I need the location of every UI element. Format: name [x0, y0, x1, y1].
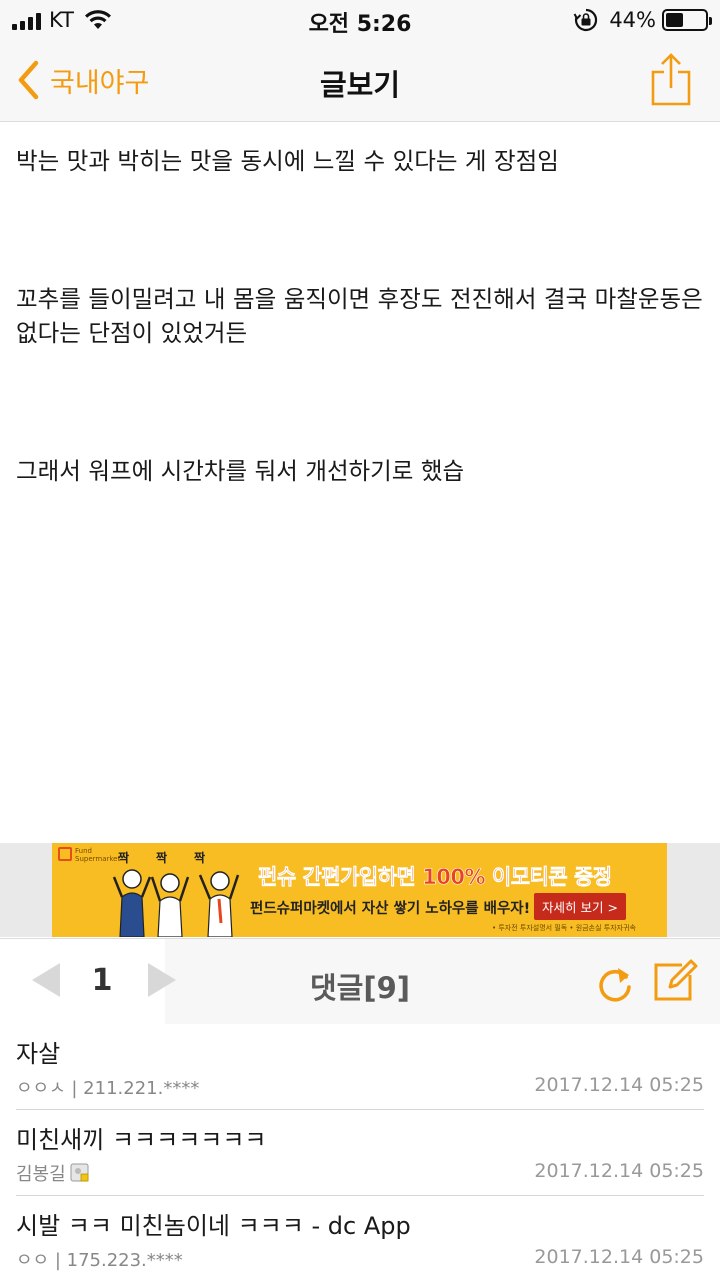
comment-author: ㅇㅇㅅ | 211.221.**** — [16, 1074, 199, 1100]
article-paragraph: 꼬추를 들이밀려고 내 몸을 움직이면 후장도 전진해서 결국 마찰운동은 없다… — [16, 285, 703, 347]
article-paragraph: 박는 맛과 박히는 맛을 동시에 느낄 수 있다는 게 장점임 — [16, 147, 559, 175]
back-chevron-icon — [18, 60, 39, 100]
ad-disclaimer: • 투자전 투자설명서 필독 • 원금손실 투자자귀속 — [492, 924, 636, 932]
back-button[interactable]: 국내야구 — [16, 60, 149, 100]
comment-author: 김봉길 — [16, 1160, 90, 1186]
back-button-label: 국내야구 — [50, 67, 150, 99]
comment-item[interactable]: 자살 ㅇㅇㅅ | 211.221.**** 2017.12.14 05:25 — [16, 1024, 704, 1110]
comment-date: 2017.12.14 05:25 — [534, 1160, 704, 1182]
ad-headline: 펀슈 간편가입하면 100% 이모티콘 증정 — [258, 865, 613, 890]
comment-date: 2017.12.14 05:25 — [534, 1074, 704, 1096]
comment-pager: 1 — [0, 939, 176, 1025]
status-bar: KT 오전 5:26 44% — [0, 0, 720, 40]
comment-item[interactable]: 미친새끼 ㅋㅋㅋㅋㅋㅋㅋ 김봉길 2017.12.14 05:25 — [16, 1110, 704, 1196]
ad-subtext: 펀드슈퍼마켓에서 자산 쌓기 노하우를 배우자! — [250, 901, 531, 917]
share-icon[interactable] — [650, 52, 692, 106]
article-paragraph: 그래서 워프에 시간차를 둬서 개선하기로 했습 — [16, 457, 465, 485]
navigation-bar: 국내야구 글보기 — [0, 40, 720, 122]
ad-container: Fund Supermarket 짝 짝 짝 펀슈 간편가입하면 100% 이모… — [0, 843, 720, 937]
prev-arrow-icon[interactable] — [32, 963, 60, 997]
cart-icon — [58, 847, 72, 861]
page-number: 1 — [91, 963, 113, 998]
status-right: 44% — [573, 7, 712, 33]
comment-text: 미친새끼 ㅋㅋㅋㅋㅋㅋㅋ — [16, 1126, 267, 1154]
article-body: 박는 맛과 박히는 맛을 동시에 느낄 수 있다는 게 장점임 꼬추를 들이밀려… — [16, 144, 706, 592]
battery-percent: 44% — [609, 8, 656, 32]
user-badge-icon — [70, 1163, 89, 1182]
comment-list: 자살 ㅇㅇㅅ | 211.221.**** 2017.12.14 05:25 미… — [0, 1024, 720, 1280]
ad-banner[interactable]: Fund Supermarket 짝 짝 짝 펀슈 간편가입하면 100% 이모… — [52, 843, 667, 937]
battery-icon — [662, 9, 712, 31]
comment-author-name: 김봉길 — [16, 1164, 66, 1185]
battery-fill — [666, 13, 683, 27]
comment-author-name: ㅇㅇ | 175.223.**** — [16, 1250, 183, 1271]
comment-date: 2017.12.14 05:25 — [534, 1246, 704, 1268]
comments-toolbar: 1 댓글[9] — [0, 938, 720, 1025]
comment-author: ㅇㅇ | 175.223.**** — [16, 1246, 183, 1272]
write-icon[interactable] — [652, 957, 698, 1003]
refresh-icon[interactable] — [596, 961, 636, 1005]
comment-text: 자살 — [16, 1040, 61, 1068]
comment-author-name: ㅇㅇㅅ | 211.221.**** — [16, 1078, 200, 1099]
rotation-lock-icon — [573, 8, 598, 32]
comment-text: 시발 ㅋㅋ 미친놈이네 ㅋㅋㅋ - dc App — [16, 1212, 411, 1240]
ad-cta-button[interactable]: 자세히 보기 > — [534, 893, 626, 920]
next-arrow-icon[interactable] — [148, 963, 176, 997]
comment-item[interactable]: 시발 ㅋㅋ 미친놈이네 ㅋㅋㅋ - dc App ㅇㅇ | 175.223.**… — [16, 1196, 704, 1280]
